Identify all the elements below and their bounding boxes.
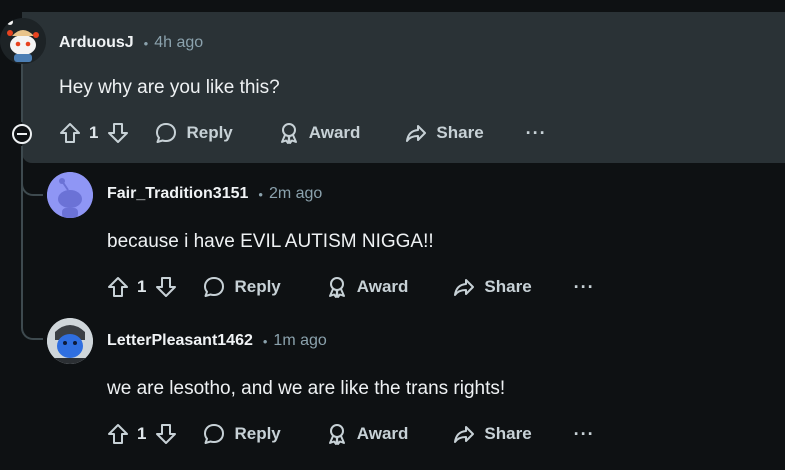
reply-button[interactable]: Reply xyxy=(202,422,281,446)
share-arrow-icon xyxy=(454,279,475,296)
vote-count: 1 xyxy=(137,277,147,296)
default-snoo-avatar-icon xyxy=(47,172,93,218)
username[interactable]: Fair_Tradition3151 xyxy=(107,185,248,203)
separator-dot: • xyxy=(143,35,149,51)
share-button[interactable]: Share xyxy=(452,422,532,446)
comment-actions: 1 Reply Award Share ··· xyxy=(107,272,595,302)
reply-label: Reply xyxy=(234,277,281,296)
downvote-button[interactable] xyxy=(107,122,129,144)
comment-actions: 1 Reply Award Share ··· xyxy=(107,419,595,449)
award-label: Award xyxy=(356,277,409,296)
award-label: Award xyxy=(356,424,409,443)
comment-thread: ArduousJ • 4h ago Hey why are you like t… xyxy=(0,0,785,470)
avatar[interactable] xyxy=(47,172,93,218)
timestamp[interactable]: 1m ago xyxy=(273,332,326,350)
avatar[interactable] xyxy=(47,318,93,364)
comment-body: Hey why are you like this? xyxy=(59,77,280,98)
collapse-thread-button[interactable] xyxy=(12,124,32,144)
avatar[interactable] xyxy=(0,18,46,64)
award-button[interactable]: Award xyxy=(277,121,361,145)
more-options-button[interactable]: ··· xyxy=(574,424,595,445)
reply-label: Reply xyxy=(234,424,281,443)
share-label: Share xyxy=(484,424,532,443)
downvote-arrow-icon xyxy=(156,277,177,297)
upvote-button[interactable] xyxy=(107,423,129,445)
award-ribbon-icon xyxy=(280,123,297,144)
upvote-arrow-icon xyxy=(60,123,80,143)
award-button[interactable]: Award xyxy=(325,422,409,446)
more-options-button[interactable]: ··· xyxy=(574,277,595,298)
custom-avatar-icon xyxy=(47,318,93,364)
downvote-button[interactable] xyxy=(155,423,177,445)
comment-meta: Fair_Tradition3151 • 2m ago xyxy=(107,185,322,203)
comment-bubble-icon xyxy=(204,424,225,444)
comment-meta: LetterPleasant1462 • 1m ago xyxy=(107,332,327,350)
vote-count: 1 xyxy=(89,123,99,142)
comment-body: because i have EVIL AUTISM NIGGA!! xyxy=(107,231,434,252)
upvote-arrow-icon xyxy=(108,424,128,444)
downvote-arrow-icon xyxy=(108,123,129,143)
timestamp[interactable]: 4h ago xyxy=(154,34,203,52)
comment-meta: ArduousJ • 4h ago xyxy=(59,34,203,52)
thread-line xyxy=(21,62,23,122)
separator-dot: • xyxy=(258,186,263,202)
username[interactable]: ArduousJ xyxy=(59,34,134,52)
award-ribbon-icon xyxy=(328,277,345,298)
vote-count: 1 xyxy=(137,424,147,443)
downvote-button[interactable] xyxy=(155,276,177,298)
comment-actions: 1 Reply Award Share ··· xyxy=(59,118,547,148)
more-options-button[interactable]: ··· xyxy=(526,123,547,144)
thread-elbow xyxy=(21,316,43,340)
separator-dot: • xyxy=(262,333,268,349)
timestamp[interactable]: 2m ago xyxy=(269,185,322,203)
upvote-button[interactable] xyxy=(59,122,81,144)
share-arrow-icon xyxy=(454,426,475,443)
upvote-arrow-icon xyxy=(108,277,128,297)
reply-button[interactable]: Reply xyxy=(154,121,233,145)
thread-elbow xyxy=(21,172,43,196)
comment-bubble-icon xyxy=(156,123,177,143)
comment-body: we are lesotho, and we are like the tran… xyxy=(107,378,506,399)
upvote-button[interactable] xyxy=(107,276,129,298)
share-button[interactable]: Share xyxy=(452,275,532,299)
share-label: Share xyxy=(484,277,532,296)
share-button[interactable]: Share xyxy=(404,121,484,145)
username[interactable]: LetterPleasant1462 xyxy=(107,332,253,350)
award-ribbon-icon xyxy=(328,424,345,445)
share-arrow-icon xyxy=(406,125,427,142)
comment-bubble-icon xyxy=(204,277,225,297)
snoo-avatar-icon xyxy=(0,18,46,64)
downvote-arrow-icon xyxy=(156,424,177,444)
share-label: Share xyxy=(436,123,484,142)
award-button[interactable]: Award xyxy=(325,275,409,299)
reply-button[interactable]: Reply xyxy=(202,275,281,299)
reply-label: Reply xyxy=(186,123,233,142)
award-label: Award xyxy=(308,123,361,142)
